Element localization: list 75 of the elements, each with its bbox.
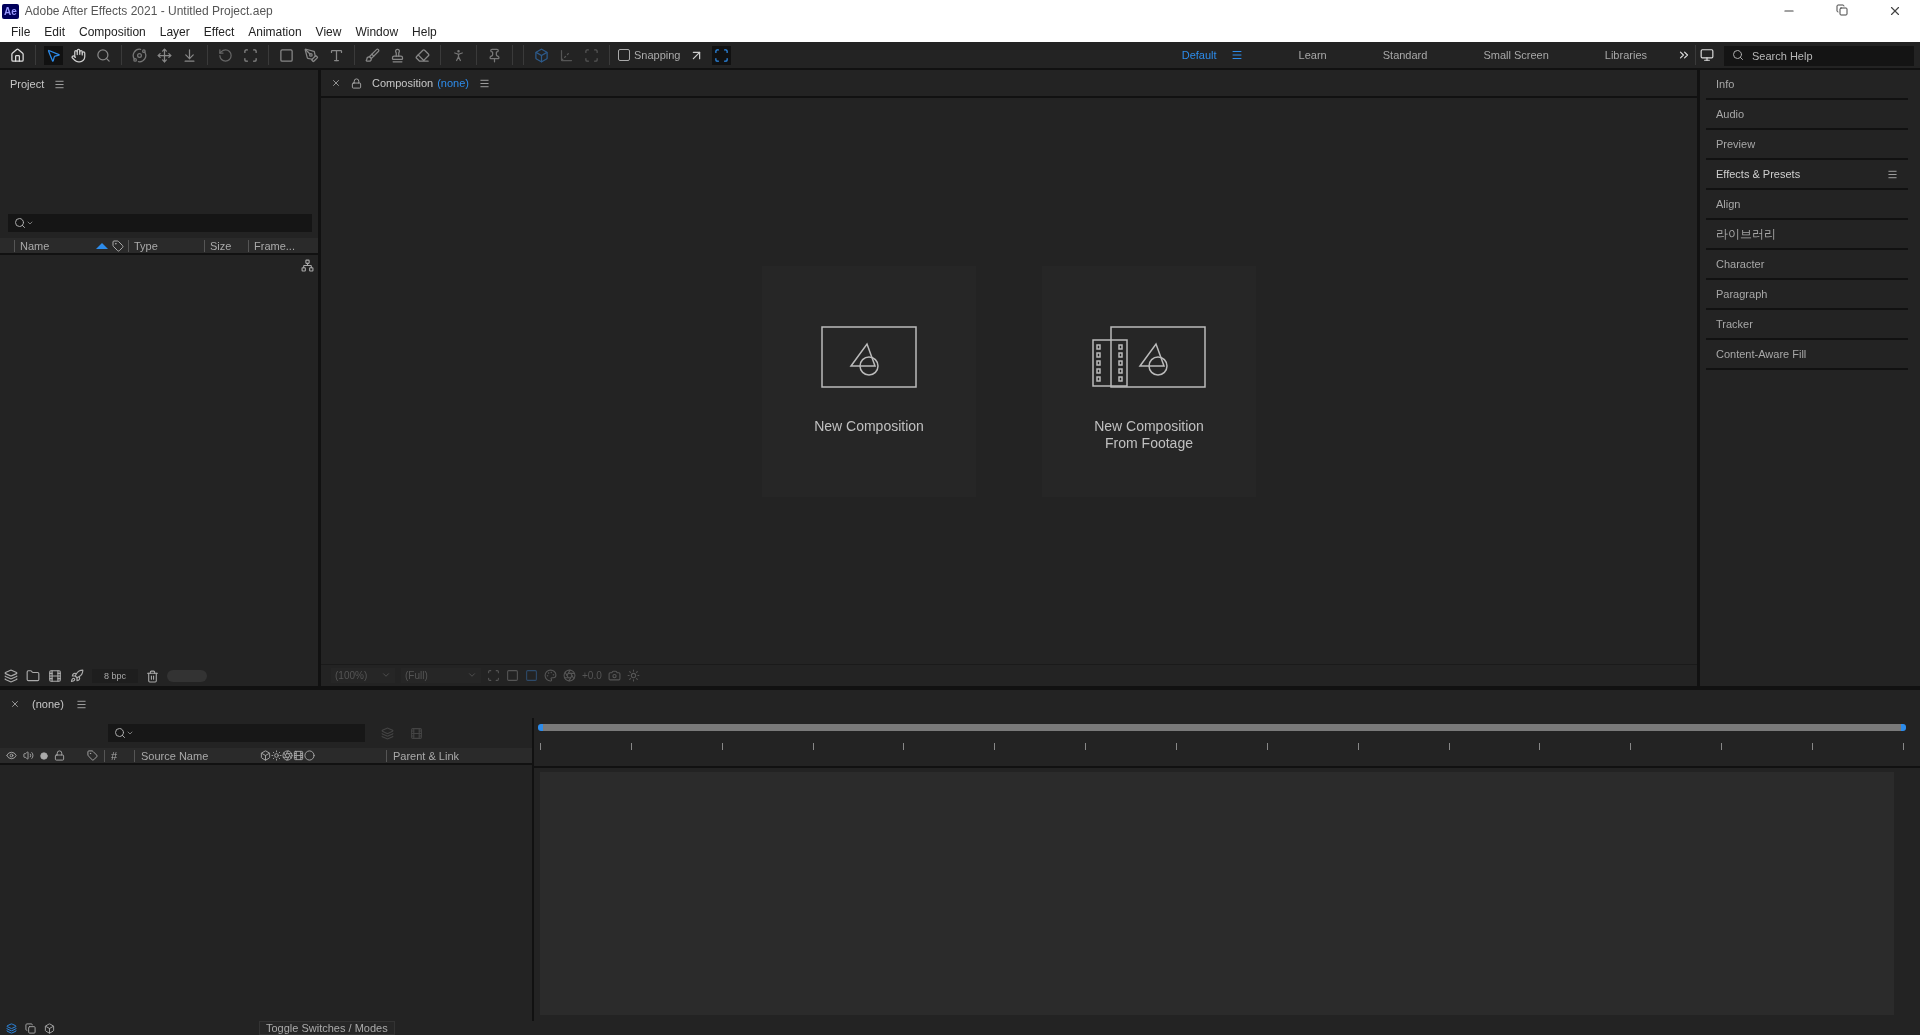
search-icon: [1732, 49, 1744, 61]
panel-tab[interactable]: Character: [1706, 250, 1908, 280]
app-logo: Ae: [2, 3, 19, 19]
panel-tab[interactable]: Align: [1706, 190, 1908, 220]
menu-item[interactable]: Layer: [152, 25, 197, 39]
menu-item[interactable]: File: [4, 25, 38, 39]
menu-item[interactable]: Animation: [241, 25, 309, 39]
panel-tab[interactable]: Preview: [1706, 130, 1908, 160]
caret-icon: [467, 670, 477, 680]
menu-item[interactable]: Effect: [196, 25, 242, 39]
search-field[interactable]: [108, 724, 365, 742]
panel-tab[interactable]: Effects & Presets: [1706, 160, 1908, 190]
column-header[interactable]: Frame...: [248, 239, 300, 252]
column-header[interactable]: Source Name: [134, 749, 254, 762]
close-icon[interactable]: [331, 78, 341, 88]
panel-tab[interactable]: 라이브러리: [1706, 220, 1908, 250]
menu-icon[interactable]: [1887, 168, 1898, 180]
rocket-icon[interactable]: [70, 669, 84, 683]
lock-icon[interactable]: [351, 77, 362, 89]
panel-tab[interactable]: Audio: [1706, 100, 1908, 130]
menu-item[interactable]: Window: [348, 25, 406, 39]
restore-icon[interactable]: [1836, 4, 1848, 16]
menu-item[interactable]: Edit: [37, 25, 73, 39]
caret-icon: [126, 729, 134, 737]
panel-title[interactable]: Composition: [372, 77, 434, 89]
search-icon: [14, 217, 26, 229]
search-icon: [114, 727, 126, 739]
layers-icon[interactable]: [6, 1022, 17, 1034]
eye-icon[interactable]: [6, 750, 17, 761]
close-icon[interactable]: [10, 699, 20, 709]
panel-title[interactable]: Project: [10, 78, 45, 90]
panel-tab[interactable]: Info: [1706, 70, 1908, 100]
workspace-tab[interactable]: Learn: [1270, 49, 1355, 61]
workspace-tab[interactable]: Standard: [1354, 49, 1456, 61]
flowchart-icon[interactable]: [301, 259, 314, 272]
composition-icon: [821, 325, 917, 388]
folder-icon[interactable]: [26, 669, 40, 683]
solo-icon[interactable]: [40, 751, 48, 760]
trash-icon[interactable]: [146, 669, 160, 683]
column-header[interactable]: #: [104, 749, 128, 762]
column-header[interactable]: Type: [128, 239, 204, 252]
menu-icon[interactable]: [75, 698, 87, 710]
tag-icon[interactable]: [87, 750, 98, 761]
pointer-icon[interactable]: [44, 45, 63, 65]
column-header[interactable]: Parent & Link: [386, 749, 486, 762]
snapping-checkbox[interactable]: Snapping: [618, 49, 681, 61]
column-header[interactable]: Size: [204, 239, 248, 252]
search-field[interactable]: Search Help: [1724, 46, 1914, 66]
sort-icon: [96, 242, 108, 249]
caret-icon: [26, 219, 34, 227]
timeline-tab[interactable]: (none): [32, 698, 64, 710]
menu-icon[interactable]: [1230, 49, 1243, 61]
search-field[interactable]: [8, 214, 312, 232]
menu-item[interactable]: View: [308, 25, 349, 39]
audio-icon[interactable]: [23, 750, 34, 761]
film-icon[interactable]: [48, 669, 62, 683]
composition-name[interactable]: (none): [437, 77, 469, 89]
menu-item[interactable]: Help: [405, 25, 444, 39]
toggle-switches-button[interactable]: Toggle Switches / Modes: [259, 1021, 395, 1035]
workspace-tab[interactable]: Default: [1153, 49, 1271, 61]
film-composition-icon: [1092, 325, 1206, 388]
close-icon[interactable]: [1888, 4, 1902, 18]
menu-icon[interactable]: [54, 78, 66, 90]
menu-item[interactable]: Composition: [72, 25, 153, 39]
menu-icon[interactable]: [478, 77, 490, 89]
brush-icon[interactable]: [363, 45, 382, 65]
workspace-tab[interactable]: Libraries: [1576, 49, 1675, 61]
caret-icon: [381, 670, 391, 680]
bit-depth-button[interactable]: 8 bpc: [92, 669, 139, 683]
lock-icon[interactable]: [54, 750, 65, 761]
workspace-tab[interactable]: Small Screen: [1455, 49, 1577, 61]
panel-tab[interactable]: Paragraph: [1706, 280, 1908, 310]
window-title: Adobe After Effects 2021 - Untitled Project.aep: [24, 4, 273, 18]
panel-tab[interactable]: Content-Aware Fill: [1706, 340, 1908, 370]
panel-tab[interactable]: Tracker: [1706, 310, 1908, 340]
